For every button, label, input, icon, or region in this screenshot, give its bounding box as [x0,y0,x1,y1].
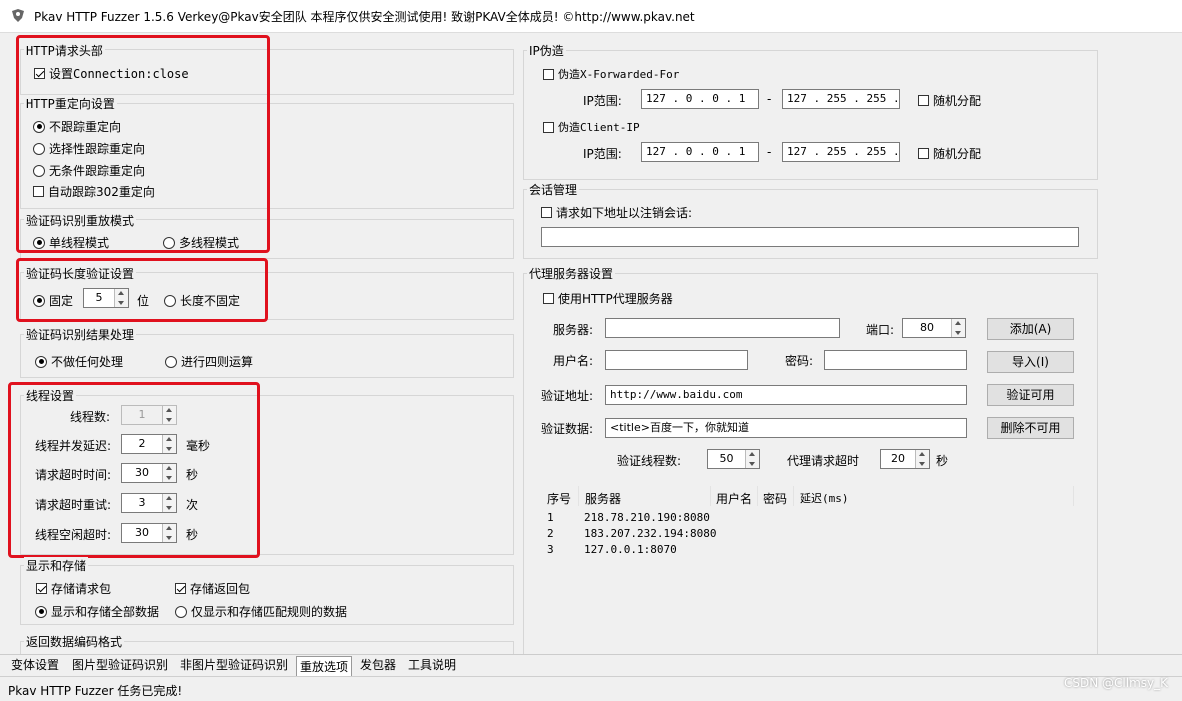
checkbox-icon [175,583,186,594]
server-input[interactable] [605,318,840,338]
tab-bar: 变体设置 图片型验证码识别 非图片型验证码识别 重放选项 发包器 工具说明 [0,654,1182,677]
col-header[interactable]: 服务器 [585,490,621,507]
save-request-checkbox[interactable]: 存储请求包 [36,580,111,597]
spin-down-icon[interactable] [745,459,759,468]
watermark: CSDN @Cllmsy_K [1064,676,1168,690]
xff-range-label: IP范围: [583,94,622,108]
xff-ip-to[interactable]: 127 . 255 . 255 . 254 [782,89,900,109]
no-process-radio[interactable]: 不做任何处理 [35,353,123,370]
logout-url-input[interactable] [541,227,1079,247]
session-group [523,189,1098,259]
delete-unavailable-button[interactable]: 删除不可用 [987,417,1074,439]
radio-icon [35,355,47,368]
col-header[interactable]: 延迟(ms) [800,490,849,506]
client-ip-from[interactable]: 127 . 0 . 0 . 1 [641,142,759,162]
tab-help[interactable]: 工具说明 [405,655,459,675]
col-divider [578,486,579,506]
spin-down-icon[interactable] [915,459,929,468]
xff-dash: - [767,92,772,106]
xff-checkbox[interactable]: 伪造X-Forwarded-For [543,66,679,82]
checkbox-icon [543,121,554,133]
logout-checkbox[interactable]: 请求如下地址以注销会话: [541,204,692,221]
col-header[interactable]: 用户名 [716,490,752,507]
col-divider [793,486,794,506]
radio-icon [175,605,187,618]
status-bar: Pkav HTTP Fuzzer 任务已完成! [0,676,1182,701]
verify-url-input[interactable]: http://www.baidu.com [605,385,967,405]
verify-data-input[interactable]: <title>百度一下，你就知道 [605,418,967,438]
session-label: 会话管理 [527,181,580,198]
display-label: 显示和存储 [24,557,89,574]
pass-label: 密码: [785,354,814,368]
xff-ip-from[interactable]: 127 . 0 . 0 . 1 [641,89,759,109]
col-header[interactable]: 密码 [763,490,787,507]
port-label: 端口: [866,323,895,337]
spin-down-icon[interactable] [951,328,965,337]
checkbox-icon [918,95,929,106]
arith-radio[interactable]: 进行四则运算 [165,353,253,370]
verify-data-label: 验证数据: [541,422,594,436]
client-dash: - [767,145,772,159]
checkbox-icon [543,68,554,80]
import-button[interactable]: 导入(I) [987,351,1074,373]
table-row[interactable]: 3 127.0.0.1:8070 [541,543,1074,559]
tab-variants[interactable]: 变体设置 [8,655,62,675]
checkbox-icon [36,583,47,594]
col-divider [757,486,758,506]
col-divider [1073,486,1074,506]
table-row[interactable]: 1 218.78.210.190:8080 [541,511,1074,527]
use-proxy-checkbox[interactable]: 使用HTTP代理服务器 [543,290,673,307]
port-spinner[interactable]: 80 [902,318,966,338]
proxy-timeout-spinner[interactable]: 20 [880,449,930,469]
checkbox-icon [918,148,929,159]
radio-icon [35,605,47,618]
proxy-list[interactable]: 序号 服务器 用户名 密码 延迟(ms) 1 218.78.210.190:80… [541,484,1074,644]
user-input[interactable] [605,350,748,370]
tab-replay-options[interactable]: 重放选项 [296,656,353,677]
add-button[interactable]: 添加(A) [987,318,1074,340]
title-bar: Pkav HTTP Fuzzer 1.5.6 Verkey@Pkav安全团队 本… [0,0,1182,33]
window-title: Pkav HTTP Fuzzer 1.5.6 Verkey@Pkav安全团队 本… [34,10,695,24]
highlight-box [8,382,260,558]
save-response-checkbox[interactable]: 存储返回包 [175,580,250,597]
tab-image-captcha[interactable]: 图片型验证码识别 [69,655,171,675]
radio-icon [165,355,177,368]
client-ip-checkbox[interactable]: 伪造Client-IP [543,119,640,135]
encoding-label: 返回数据编码格式 [24,633,125,650]
checkbox-icon [541,207,552,218]
show-match-radio[interactable]: 仅显示和存储匹配规则的数据 [175,603,347,620]
proxy-label: 代理服务器设置 [527,265,616,282]
client-random-checkbox[interactable]: 随机分配 [918,145,981,162]
server-label: 服务器: [553,323,594,337]
proxy-timeout-unit: 秒 [936,454,949,468]
highlight-box [16,258,268,322]
ip-spoof-label: IP伪造 [527,42,566,59]
status-text: Pkav HTTP Fuzzer 任务已完成! [8,684,183,698]
verify-threads-spinner[interactable]: 50 [707,449,760,469]
col-divider [710,486,711,506]
show-all-radio[interactable]: 显示和存储全部数据 [35,603,159,620]
verify-threads-label: 验证线程数: [617,454,682,468]
highlight-box [16,35,270,253]
client-range-label: IP范围: [583,147,622,161]
col-header[interactable]: 序号 [547,490,571,507]
app-icon [12,9,24,22]
tab-sender[interactable]: 发包器 [357,655,399,675]
user-label: 用户名: [553,354,594,368]
client-ip-to[interactable]: 127 . 255 . 255 . 254 [782,142,900,162]
captcha-result-label: 验证码识别结果处理 [24,326,137,343]
table-row[interactable]: 2 183.207.232.194:8080 [541,527,1074,543]
proxy-timeout-label: 代理请求超时 [787,454,860,468]
verify-button[interactable]: 验证可用 [987,384,1074,406]
checkbox-icon [543,293,554,304]
xff-random-checkbox[interactable]: 随机分配 [918,92,981,109]
pass-input[interactable] [824,350,967,370]
verify-url-label: 验证地址: [541,389,594,403]
tab-non-image-captcha[interactable]: 非图片型验证码识别 [177,655,291,675]
